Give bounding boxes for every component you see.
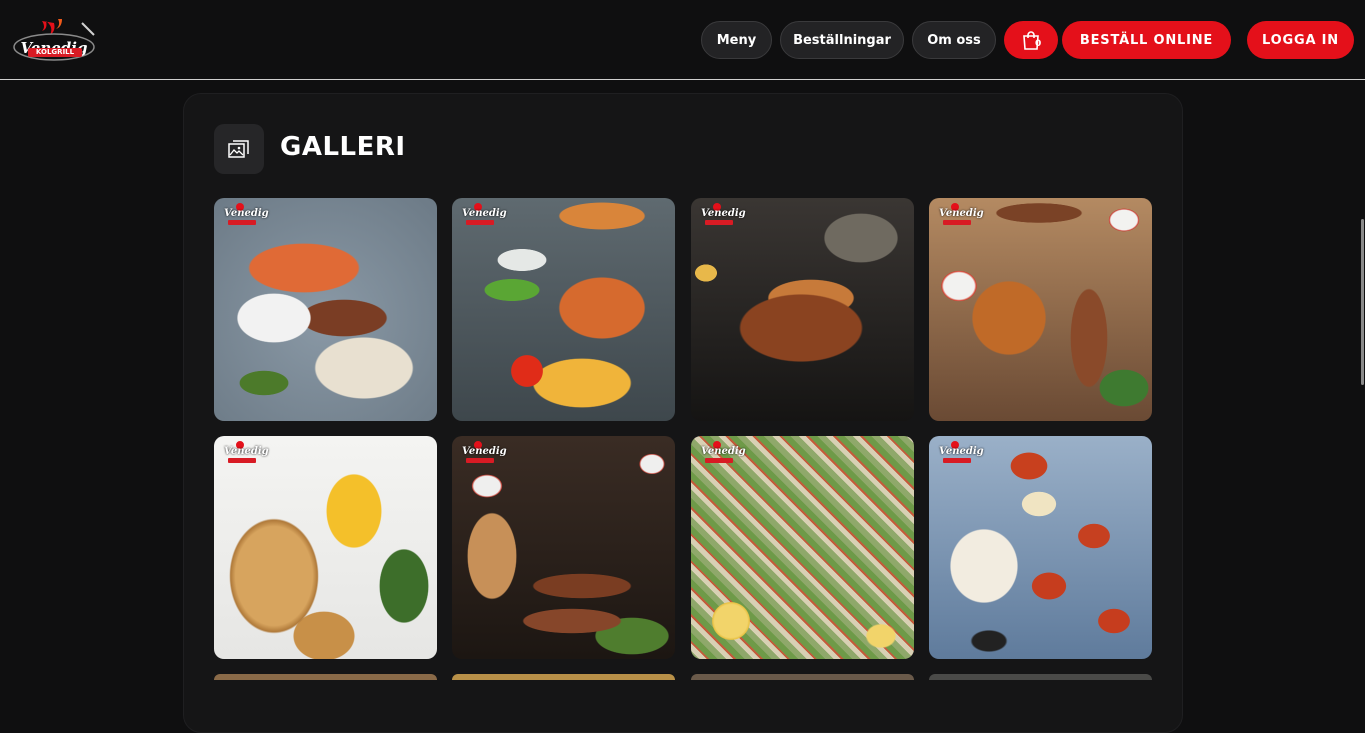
page-scrollbar[interactable]	[1361, 219, 1364, 385]
watermark-logo: Venedig	[697, 439, 746, 468]
gallery-image-6[interactable]: Venedig	[452, 436, 675, 659]
gallery-image-1[interactable]: Venedig	[214, 198, 437, 421]
gallery-image-3[interactable]: Venedig	[691, 198, 914, 421]
watermark-logo: Venedig	[935, 439, 984, 468]
gallery-image-9[interactable]	[214, 674, 437, 680]
logo-sub: KOLGRILL	[28, 48, 82, 57]
gallery-image-8[interactable]: Venedig	[929, 436, 1152, 659]
gallery-image-11[interactable]	[691, 674, 914, 680]
order-online-button[interactable]: BESTÄLL ONLINE	[1062, 21, 1231, 59]
gallery-icon-box	[214, 124, 264, 174]
watermark-logo: Venedig	[220, 439, 269, 468]
cart-button[interactable]: 0	[1004, 21, 1058, 59]
watermark-logo: Venedig	[935, 201, 984, 230]
nav-menu-button[interactable]: Meny	[701, 21, 772, 59]
gallery-image-2[interactable]: Venedig	[452, 198, 675, 421]
site-header: Venedig KOLGRILL Meny Beställningar Om o…	[0, 0, 1365, 80]
gallery-image-4[interactable]: Venedig	[929, 198, 1152, 421]
gallery-title: GALLERI	[280, 132, 406, 162]
watermark-logo: Venedig	[220, 201, 269, 230]
cart-count: 0	[1035, 39, 1042, 49]
watermark-logo: Venedig	[697, 201, 746, 230]
gallery-icon	[228, 140, 249, 158]
brand-logo[interactable]: Venedig KOLGRILL	[12, 17, 96, 65]
nav-orders-button[interactable]: Beställningar	[780, 21, 904, 59]
gallery-image-7[interactable]: Venedig	[691, 436, 914, 659]
login-button[interactable]: LOGGA IN	[1247, 21, 1354, 59]
gallery-image-10[interactable]	[452, 674, 675, 680]
gallery-image-12[interactable]	[929, 674, 1152, 680]
watermark-logo: Venedig	[458, 439, 507, 468]
gallery-image-5[interactable]: Venedig	[214, 436, 437, 659]
nav-about-button[interactable]: Om oss	[912, 21, 996, 59]
watermark-logo: Venedig	[458, 201, 507, 230]
